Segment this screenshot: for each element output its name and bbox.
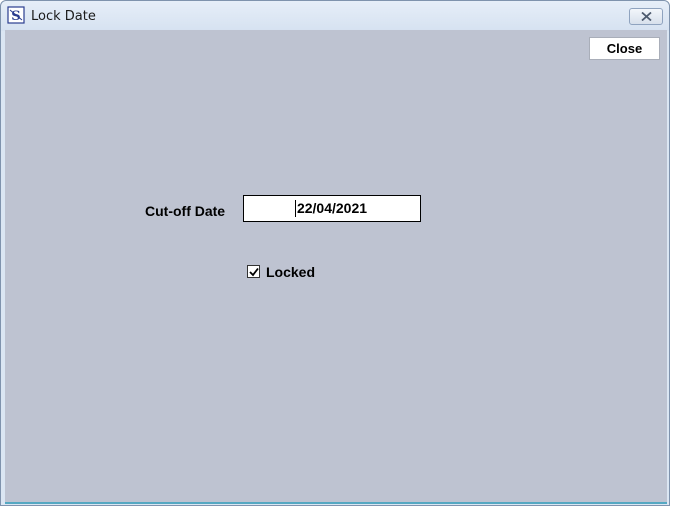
window-close-button[interactable] bbox=[629, 8, 663, 25]
dialog-content: Close Cut-off Date 22/04/2021 Locked bbox=[5, 30, 667, 504]
app-logo-icon: S bbox=[7, 6, 25, 24]
cutoff-date-label: Cut-off Date bbox=[145, 203, 226, 219]
lock-date-window: S Lock Date Close Cut-off Date 22/04/202… bbox=[0, 0, 670, 506]
locked-label[interactable]: Locked bbox=[266, 264, 315, 280]
close-icon bbox=[641, 12, 652, 21]
checkmark-icon bbox=[249, 267, 259, 277]
locked-checkbox[interactable] bbox=[247, 265, 260, 278]
window-title: Lock Date bbox=[31, 9, 96, 24]
title-bar[interactable]: S Lock Date bbox=[1, 1, 669, 31]
cutoff-date-value: 22/04/2021 bbox=[296, 200, 368, 216]
svg-text:S: S bbox=[11, 9, 20, 24]
text-caret bbox=[295, 200, 296, 217]
close-button[interactable]: Close bbox=[589, 37, 660, 60]
cutoff-date-input[interactable]: 22/04/2021 bbox=[243, 195, 421, 222]
